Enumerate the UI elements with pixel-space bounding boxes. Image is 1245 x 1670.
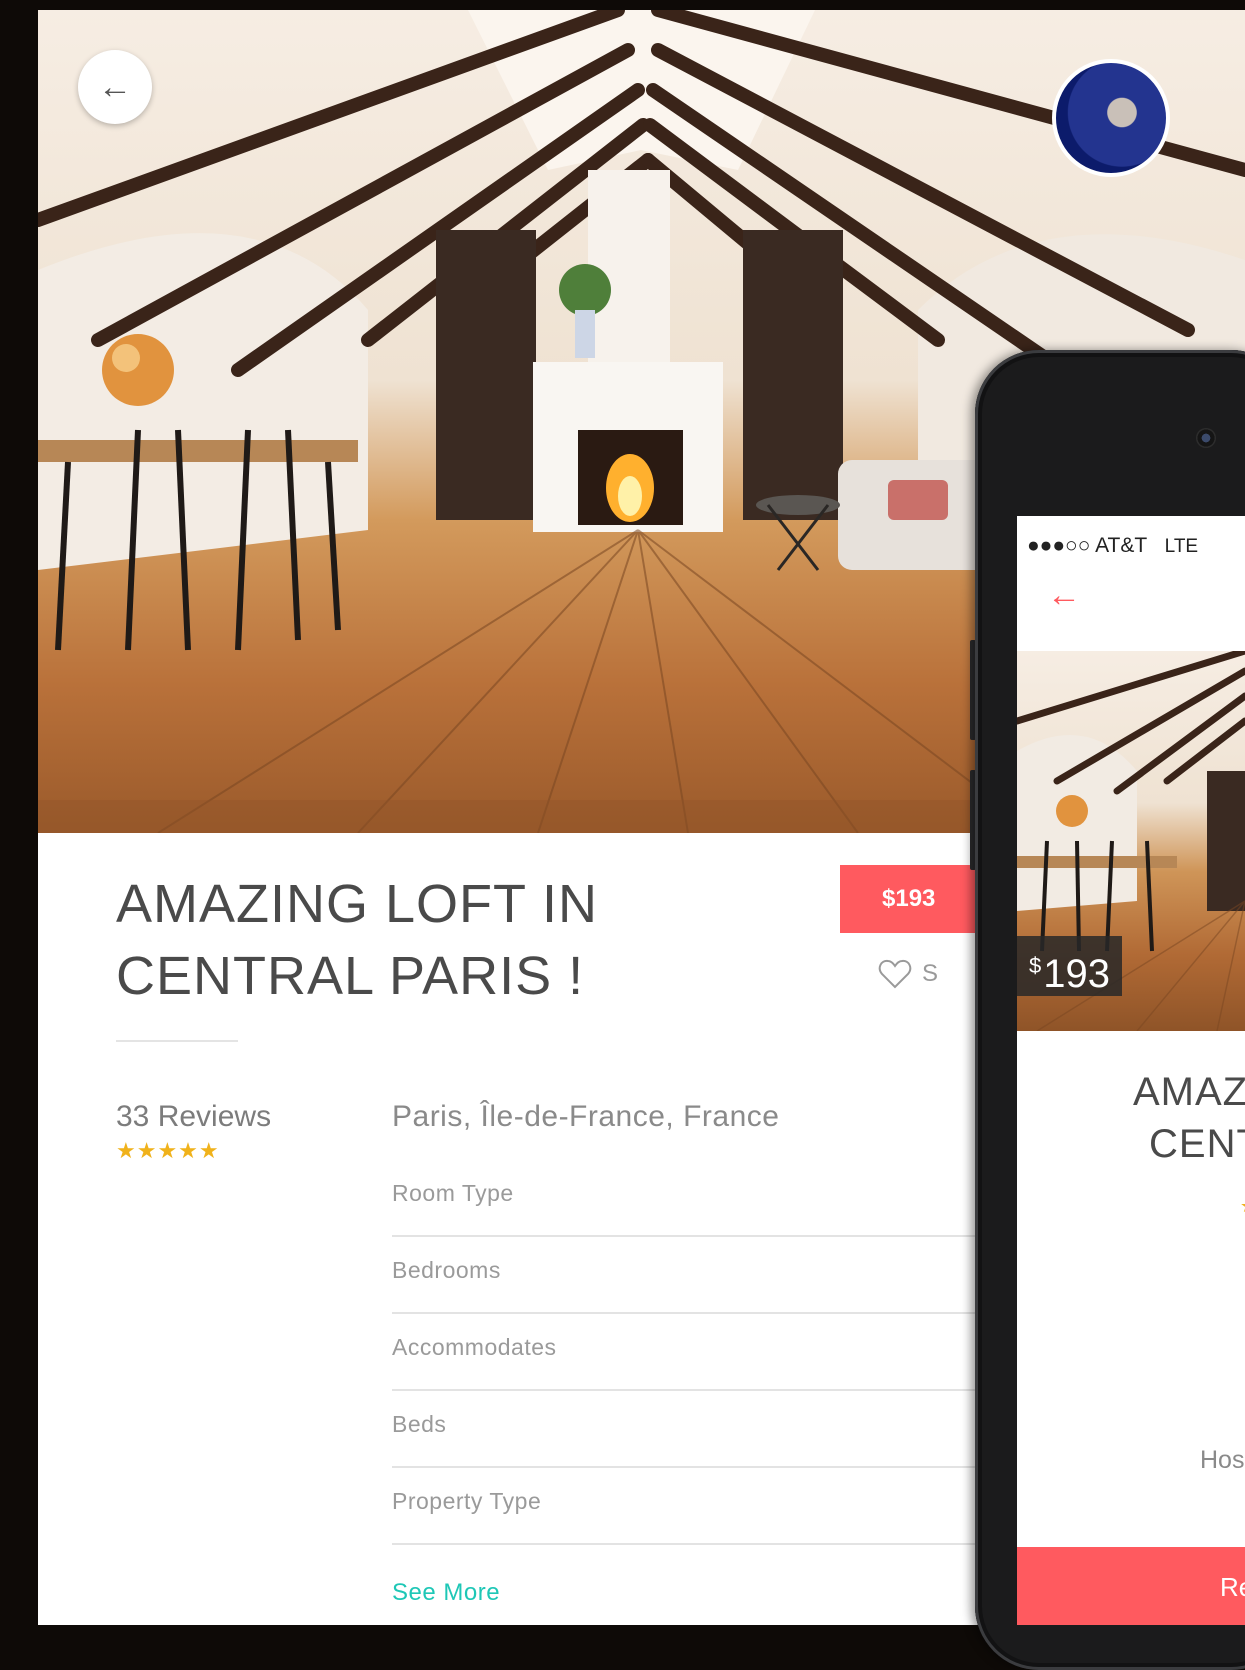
phone-status-bar: ●●●○○ AT&T LTE [1027,534,1198,558]
listing-location: Paris, Île-de-France, France [392,1100,780,1133]
reviews-count[interactable]: 33 Reviews [116,1100,271,1134]
property-row: Beds [392,1391,992,1468]
phone-back-arrow-icon[interactable]: ← [1047,578,1081,612]
see-more-link[interactable]: See More [392,1579,500,1607]
phone-camera [1196,428,1216,448]
back-button[interactable]: ← [78,50,152,124]
heart-icon [878,959,912,989]
phone-price-tag: $193 [1017,936,1122,996]
price-badge: $193 [840,865,980,933]
back-arrow-icon: ← [98,67,132,106]
phone-price-value: 193 [1043,952,1110,996]
listing-title: AMAZING LOFT IN CENTRAL PARIS ! [116,868,716,1012]
phone-rating-star-icon: ★ [1240,1196,1245,1217]
property-label: Room Type [392,1180,514,1206]
property-label: Bedrooms [392,1257,501,1283]
title-divider [116,1040,238,1042]
phone-title-line1: AMAZ [1133,1070,1245,1114]
property-label: Accommodates [392,1334,557,1360]
rating-stars: ★★★★★ [116,1138,220,1163]
phone-title-line2: CENT [1149,1122,1245,1166]
save-to-wishlist[interactable]: S [878,958,938,990]
listing-title-line2: CENTRAL PARIS ! [116,946,585,1006]
host-avatar[interactable] [1052,59,1170,177]
phone-request-button[interactable]: Re [1017,1547,1245,1625]
status-carrier: ●●●○○ AT&T [1027,534,1147,557]
save-label: S [922,960,939,987]
status-network: LTE [1164,536,1199,557]
property-row: Room Type [392,1160,992,1237]
property-list: Room Type Bedrooms Accommodates Beds Pro… [392,1160,992,1545]
phone-price-currency: $ [1029,953,1042,978]
listing-title-line1: AMAZING LOFT IN [116,874,599,934]
phone-host-label: Hos [1200,1446,1245,1474]
price-label: $193 [882,885,936,912]
property-label: Property Type [392,1488,542,1514]
phone-screen: ●●●○○ AT&T LTE ← $193 AMAZ CEN Hos R [1017,516,1245,1625]
property-row: Accommodates [392,1314,992,1391]
property-label: Beds [392,1411,447,1437]
phone-listing-title: AMAZ CENT [1133,1066,1245,1170]
property-row: Property Type [392,1468,992,1545]
property-row: Bedrooms [392,1237,992,1314]
